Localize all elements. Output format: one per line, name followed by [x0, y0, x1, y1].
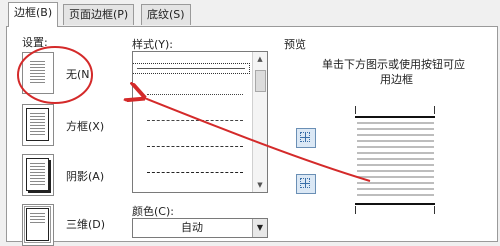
annotation-circle: [17, 46, 93, 104]
tab-borders-label: 边框(B): [14, 6, 53, 19]
annotation-overlay: [17, 46, 371, 182]
tab-borders[interactable]: 边框(B): [8, 2, 59, 27]
annotation-arrow: [142, 97, 371, 182]
